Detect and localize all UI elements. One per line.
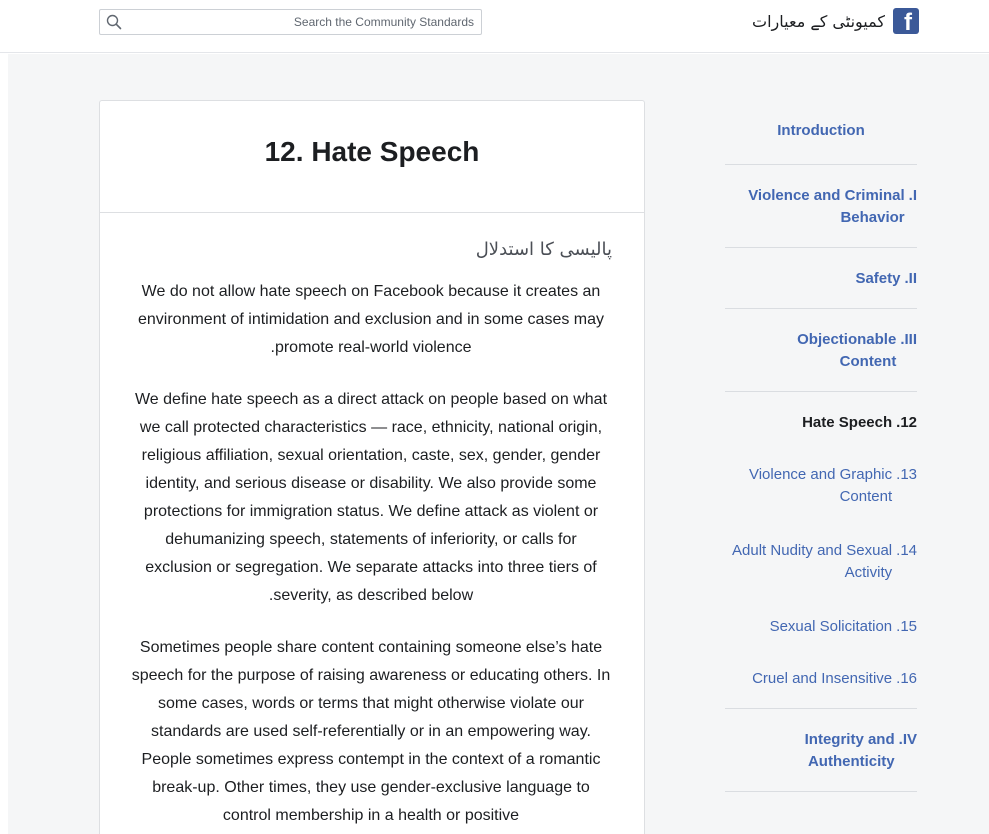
article-body: پالیسی کا استدلال We do not allow hate s…: [100, 213, 644, 830]
sidebar-nav: Introduction I. Violence and Criminal Beh…: [725, 98, 917, 792]
sidebar-item-hate-speech[interactable]: 12. Hate Speech: [725, 392, 917, 446]
policy-rationale-heading: پالیسی کا استدلال: [475, 239, 612, 260]
sidebar-item-violence-graphic[interactable]: 13. Violence and Graphic Content: [725, 446, 917, 522]
article-card: 12. Hate Speech پالیسی کا استدلال We do …: [99, 100, 645, 834]
brand-home-link[interactable]: f کمیونٹی کے معیارات: [752, 7, 919, 35]
top-bar: f کمیونٹی کے معیارات: [0, 0, 989, 53]
search-icon: [106, 14, 122, 30]
search-input[interactable]: [126, 10, 478, 34]
sidebar-item-objectionable[interactable]: III. Objectionable Content: [725, 309, 917, 392]
sidebar-item-introduction[interactable]: Introduction: [725, 98, 917, 165]
sidebar-item-cruel-insensitive[interactable]: 16. Cruel and Insensitive: [725, 652, 917, 709]
sidebar-item-violence-criminal[interactable]: I. Violence and Criminal Behavior: [725, 165, 917, 248]
sidebar-item-adult-nudity[interactable]: 14. Adult Nudity and Sexual Activity: [725, 522, 917, 598]
article-title: 12. Hate Speech: [264, 135, 480, 167]
article-header: 12. Hate Speech: [100, 101, 644, 213]
brand-title: کمیونٹی کے معیارات: [752, 11, 885, 31]
paragraph-1: We do not allow hate speech on Facebook …: [137, 283, 605, 356]
sidebar-item-integrity[interactable]: IV. Integrity and Authenticity: [725, 709, 917, 792]
sidebar-item-sexual-solicitation[interactable]: 15. Sexual Solicitation: [725, 598, 917, 652]
facebook-logo-icon: f: [893, 8, 919, 35]
sidebar-item-safety[interactable]: II. Safety: [725, 248, 917, 309]
paragraph-2: We define hate speech as a direct attack…: [134, 391, 608, 604]
search-box[interactable]: [99, 9, 482, 35]
paragraph-3: Sometimes people share content containin…: [131, 639, 611, 824]
